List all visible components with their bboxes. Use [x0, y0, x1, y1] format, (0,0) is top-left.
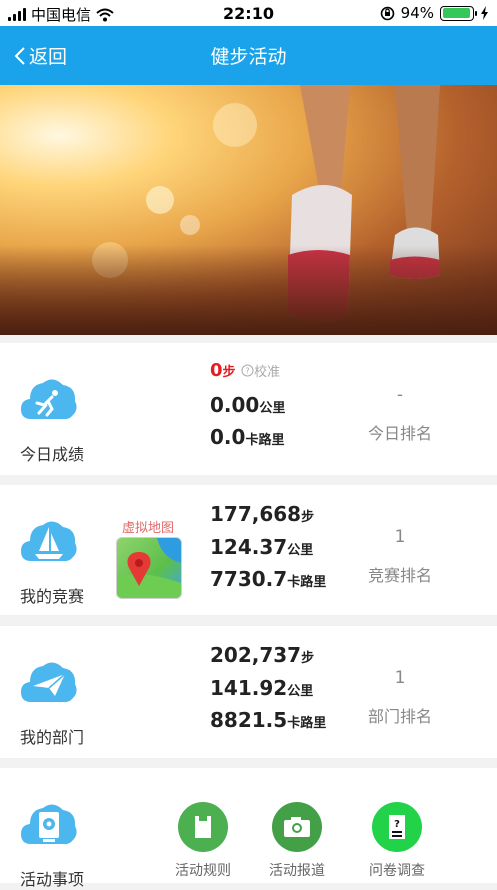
battery-icon [440, 5, 477, 21]
virtual-map-button[interactable] [116, 537, 182, 599]
paper-plane-cloud-icon [21, 662, 77, 703]
rules-icon [178, 802, 228, 852]
banner-image [0, 85, 497, 335]
today-rank-value: - [396, 385, 404, 405]
nav-bar: 返回 健步活动 [0, 26, 497, 85]
competition-label: 我的竞赛 [20, 587, 85, 606]
charging-icon [481, 6, 488, 20]
running-cloud-icon [21, 379, 77, 420]
events-card: 活动事项 活动规则 活动报道 ? 问卷调查 [0, 768, 497, 889]
events-label: 活动事项 [20, 870, 85, 889]
today-rank-label: 今日排名 [367, 424, 432, 443]
today-steps: 0步 ? 校准 [210, 360, 281, 381]
competition-rank-label: 竞赛排名 [367, 566, 432, 585]
map-pin-icon [117, 538, 181, 598]
sailboat-cloud-icon [21, 521, 77, 562]
calibrate-link[interactable]: ? 校准 [241, 364, 280, 380]
department-label: 我的部门 [20, 728, 85, 747]
activity-rules-button[interactable]: 活动规则 [163, 802, 243, 880]
reports-label: 活动报道 [269, 863, 325, 879]
department-calories: 8821.5卡路里 [210, 708, 327, 732]
svg-text:?: ? [394, 819, 400, 830]
survey-button[interactable]: ? 问卷调查 [357, 802, 437, 880]
today-card[interactable]: 今日成绩 0步 ? 校准 0.00公里 0.0卡路里 - 今日排名 [0, 343, 497, 475]
competition-steps: 177,668步 [210, 502, 315, 526]
camera-icon [272, 802, 322, 852]
virtual-map-label: 虚拟地图 [121, 521, 174, 536]
battery-percent: 94% [400, 4, 434, 22]
survey-icon: ? [372, 802, 422, 852]
competition-card[interactable]: 我的竞赛 177,668步 124.37公里 7730.7卡路里 1 竞赛排名 [0, 485, 497, 615]
camera-cloud-icon[interactable] [19, 798, 79, 850]
department-rank-value: 1 [394, 668, 406, 688]
department-distance: 141.92公里 [210, 676, 314, 700]
competition-calories: 7730.7卡路里 [210, 567, 327, 591]
orientation-lock-icon [380, 6, 394, 20]
status-bar: 中国电信 22:10 94% [0, 0, 497, 26]
today-calories: 0.0卡路里 [210, 425, 285, 449]
today-distance: 0.00公里 [210, 393, 286, 417]
status-right: 94% [380, 4, 489, 22]
svg-text:?: ? [246, 367, 250, 376]
today-label: 今日成绩 [20, 445, 85, 464]
competition-rank-value: 1 [394, 527, 406, 547]
activity-reports-button[interactable]: 活动报道 [257, 802, 337, 880]
department-card[interactable]: 我的部门 202,737步 141.92公里 8821.5卡路里 1 部门排名 [0, 626, 497, 758]
page-title: 健步活动 [210, 46, 287, 68]
department-steps: 202,737步 [210, 643, 315, 667]
survey-label: 问卷调查 [369, 863, 425, 879]
rules-label: 活动规则 [175, 863, 231, 879]
department-rank-label: 部门排名 [367, 707, 432, 726]
competition-distance: 124.37公里 [210, 535, 314, 559]
help-icon: ? [241, 364, 254, 377]
